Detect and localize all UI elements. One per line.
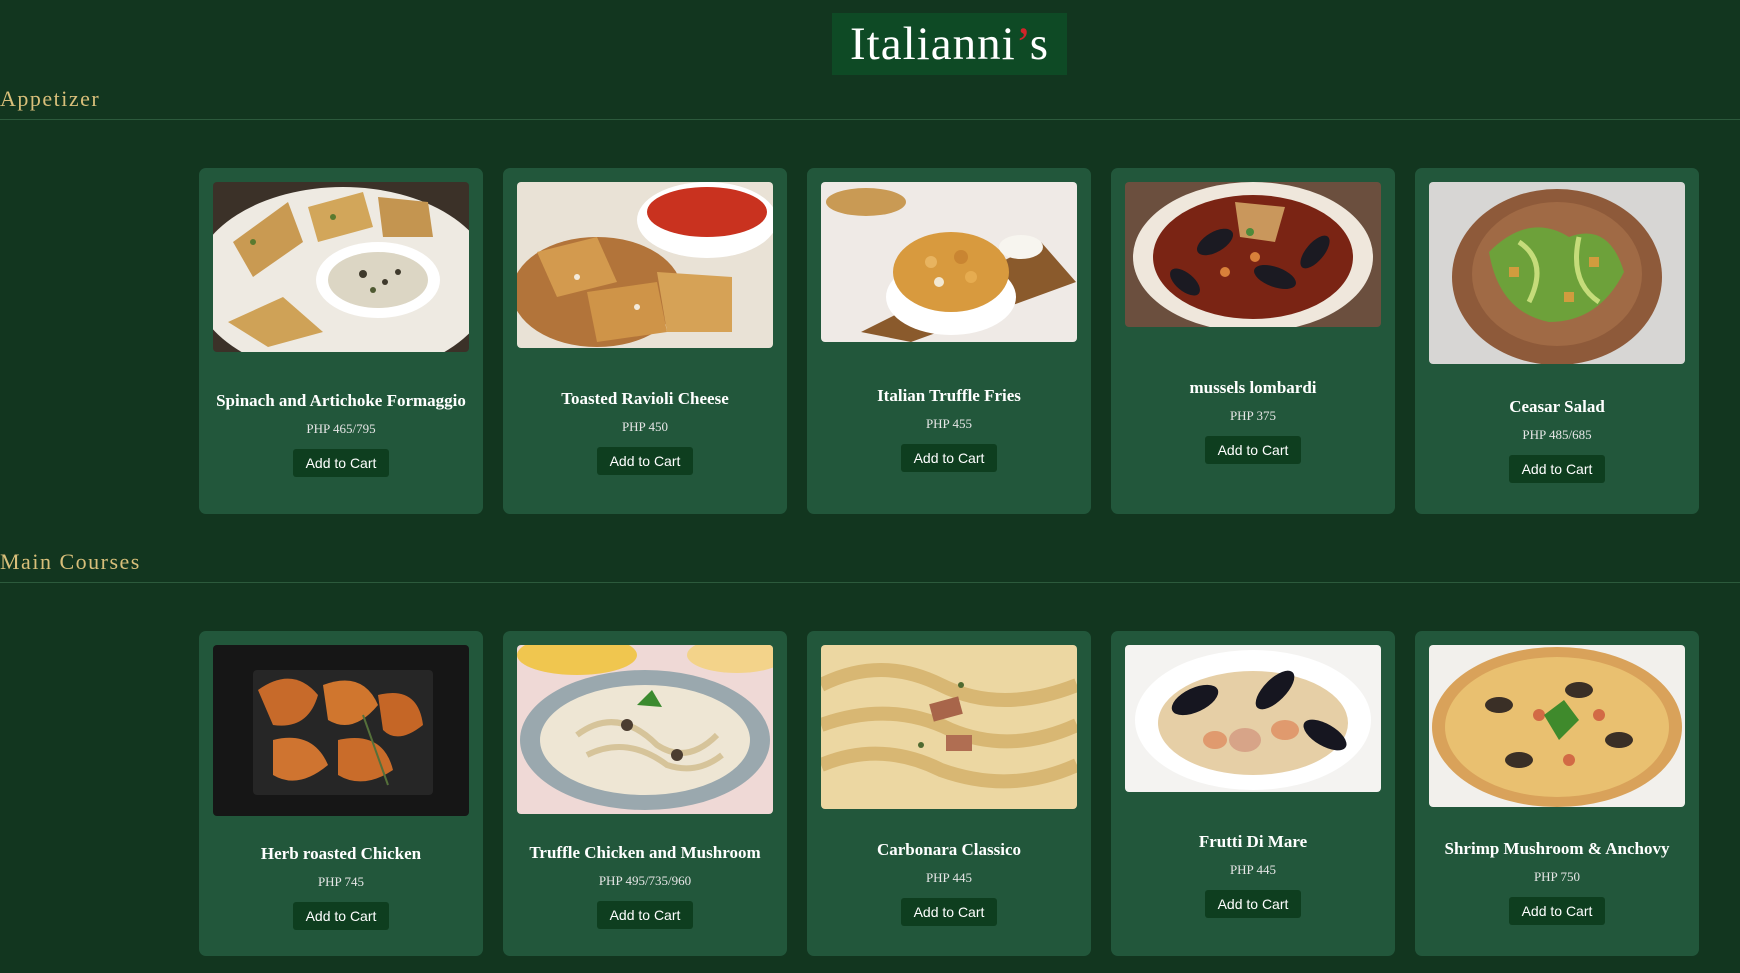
brand-apostrophe: ’: [1015, 18, 1030, 70]
truffle-fries-photo: [821, 182, 1077, 342]
spinach-artichoke-dip-photo: [213, 182, 469, 352]
item-price: PHP 445: [1229, 861, 1277, 877]
item-price: PHP 455: [925, 415, 973, 431]
pizza-photo: [1429, 645, 1685, 807]
item-name: Carbonara Classico: [876, 840, 1022, 859]
add-to-cart-button[interactable]: Add to Cart: [900, 443, 998, 472]
item-price: PHP 485/685: [1522, 426, 1592, 442]
item-price: PHP 450: [621, 418, 669, 434]
add-to-cart-button[interactable]: Add to Cart: [292, 448, 390, 477]
add-to-cart-button[interactable]: Add to Cart: [1204, 436, 1302, 464]
item-name: Toasted Ravioli Cheese: [561, 388, 729, 408]
item-name: Ceasar Salad: [1509, 396, 1605, 416]
toasted-ravioli-photo: [517, 182, 773, 348]
menu-card: Spinach and Artichoke Formaggio PHP 465/…: [199, 168, 483, 514]
menu-card: Italian Truffle Fries PHP 455 Add to Car…: [807, 168, 1091, 514]
item-name: Truffle Chicken and Mushroom: [529, 842, 761, 862]
menu-card: Truffle Chicken and Mushroom PHP 495/735…: [503, 631, 787, 956]
section-title-main-courses: Main Courses: [0, 549, 1740, 583]
item-name: Shrimp Mushroom & Anchovy: [1444, 839, 1670, 858]
item-price: PHP 465/795: [306, 420, 376, 436]
add-to-cart-button[interactable]: Add to Cart: [1508, 897, 1606, 925]
section-title-appetizer: Appetizer: [0, 86, 1740, 120]
appetizer-grid: Spinach and Artichoke Formaggio PHP 465/…: [199, 168, 1699, 514]
add-to-cart-button[interactable]: Add to Cart: [1204, 889, 1302, 918]
main-courses-grid: Herb roasted Chicken PHP 745 Add to Cart…: [199, 631, 1699, 956]
menu-card: Frutti Di Mare PHP 445 Add to Cart: [1111, 631, 1395, 956]
caesar-salad-photo: [1429, 182, 1685, 364]
add-to-cart-button[interactable]: Add to Cart: [900, 898, 998, 926]
roasted-chicken-photo: [213, 645, 469, 816]
item-name: Spinach and Artichoke Formaggio: [216, 390, 466, 410]
menu-card: Carbonara Classico PHP 445 Add to Cart: [807, 631, 1091, 956]
menu-card: Ceasar Salad PHP 485/685 Add to Cart: [1415, 168, 1699, 514]
item-price: PHP 375: [1229, 408, 1277, 423]
item-price: PHP 750: [1533, 869, 1581, 884]
menu-card: Herb roasted Chicken PHP 745 Add to Cart: [199, 631, 483, 956]
brand-logo[interactable]: Italianni’s: [832, 13, 1067, 75]
mussels-photo: [1125, 182, 1381, 327]
add-to-cart-button[interactable]: Add to Cart: [596, 446, 694, 475]
menu-card: Shrimp Mushroom & Anchovy PHP 750 Add to…: [1415, 631, 1699, 956]
seafood-pasta-photo: [1125, 645, 1381, 792]
brand-name: Italianni: [850, 18, 1016, 70]
item-price: PHP 495/735/960: [598, 872, 692, 888]
site-header: Italianni’s: [0, 0, 1740, 80]
add-to-cart-button[interactable]: Add to Cart: [596, 900, 694, 929]
menu-card: mussels lombardi PHP 375 Add to Cart: [1111, 168, 1395, 514]
truffle-pasta-photo: [517, 645, 773, 814]
add-to-cart-button[interactable]: Add to Cart: [1508, 454, 1606, 483]
menu-card: Toasted Ravioli Cheese PHP 450 Add to Ca…: [503, 168, 787, 514]
item-name: Italian Truffle Fries: [877, 385, 1021, 405]
brand-name-tail: s: [1029, 18, 1049, 70]
carbonara-photo: [821, 645, 1077, 809]
item-name: Herb roasted Chicken: [260, 843, 422, 863]
add-to-cart-button[interactable]: Add to Cart: [292, 901, 390, 930]
item-name: mussels lombardi: [1189, 378, 1317, 397]
item-name: Frutti Di Mare: [1198, 831, 1308, 851]
item-price: PHP 745: [317, 873, 365, 889]
item-price: PHP 445: [925, 870, 973, 885]
